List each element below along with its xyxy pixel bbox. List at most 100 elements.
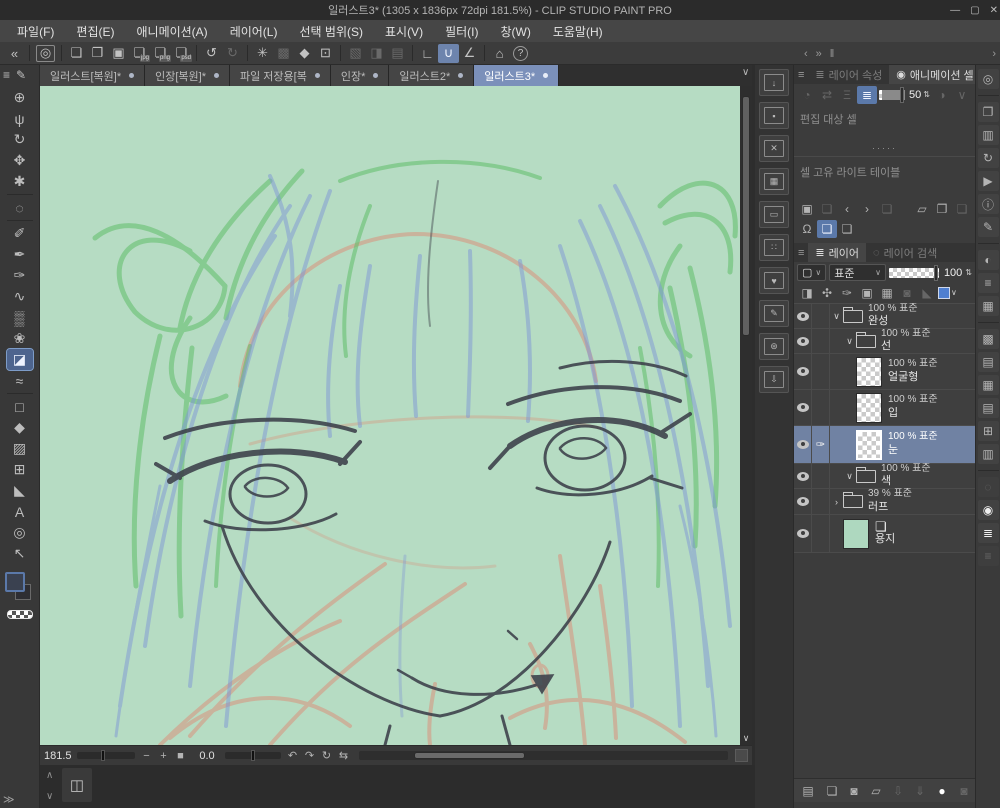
material-panel-button[interactable]: ▥: [977, 444, 999, 464]
color-wheel-panel-button[interactable]: ◐: [977, 250, 999, 270]
light-table-opacity-slider[interactable]: [879, 87, 906, 103]
save-file-button[interactable]: ▣: [108, 44, 129, 63]
layer-row-folder-seon[interactable]: ∨ 100 % 표준 선: [794, 328, 975, 354]
panel-display-settings-button[interactable]: ▤: [798, 782, 818, 800]
tab-list-chevron[interactable]: ∨: [742, 67, 749, 78]
move-layer-tool[interactable]: ✥: [7, 150, 33, 171]
new-file-button[interactable]: ❏: [66, 44, 87, 63]
information-panel-button[interactable]: ⓘ: [977, 194, 999, 214]
create-mask-button[interactable]: ●: [932, 782, 952, 800]
maximize-button[interactable]: ▢: [970, 5, 979, 16]
zoom-in-button[interactable]: +: [155, 748, 172, 764]
visibility-toggle[interactable]: [794, 329, 812, 353]
lasso-tool[interactable]: ◌: [7, 197, 33, 218]
tab-animation-cel[interactable]: ◉ 애니메이션 셀: [889, 65, 981, 84]
story-panel-button[interactable]: ✎: [977, 217, 999, 237]
hand-tool[interactable]: ψ: [7, 108, 33, 129]
tab-injang-restore[interactable]: 인장[복원]*: [145, 65, 230, 86]
timeline-panel-button[interactable]: ▶: [977, 171, 999, 191]
transfer-to-lower-layer-button[interactable]: ⇩: [888, 782, 908, 800]
reference-layer-button[interactable]: ✣: [817, 284, 837, 302]
layer-row-paper[interactable]: ❏ 용지: [794, 515, 975, 553]
material-favorites-folder[interactable]: ♥: [759, 267, 789, 294]
panel-expand-button[interactable]: »: [812, 48, 826, 60]
collapse-toolbar-button[interactable]: «: [4, 44, 25, 63]
remove-cel-button[interactable]: ❏: [952, 200, 972, 218]
new-folder-button[interactable]: ▱: [866, 782, 886, 800]
help-button[interactable]: ?: [513, 45, 528, 61]
snap-to-grid-button[interactable]: ∠: [459, 44, 480, 63]
export-png-button[interactable]: ❏ png: [150, 44, 171, 63]
layer-opacity-slider[interactable]: [888, 264, 939, 281]
open-cel-folder-button[interactable]: ▱: [912, 200, 932, 218]
layer-search-panel-button[interactable]: ◌: [977, 477, 999, 497]
airbrush-tool[interactable]: ▒: [7, 307, 33, 328]
lock-transparent-pixels-button[interactable]: ▦: [877, 284, 897, 302]
layer-color-chip[interactable]: [938, 287, 950, 299]
layer-row-folder-saek[interactable]: ∨ 100 % 표준 색: [794, 463, 975, 489]
convert-selection-button[interactable]: ▧: [345, 44, 366, 63]
collapse-down-chevron[interactable]: ∨: [46, 791, 53, 802]
rotate-canvas-tool[interactable]: ↻: [7, 129, 33, 150]
tab-injang[interactable]: 인장*: [330, 65, 390, 86]
color-slider-panel-button[interactable]: ≡: [977, 273, 999, 293]
layer-comp-panel-button[interactable]: ≡: [977, 546, 999, 566]
snap-to-special-ruler-button[interactable]: ∪: [438, 43, 459, 63]
menu-filter[interactable]: 필터(I): [434, 20, 489, 43]
menu-help[interactable]: 도움말(H): [542, 20, 614, 43]
canvas[interactable]: [40, 86, 740, 745]
timeline-toggle-button[interactable]: ◫: [62, 768, 92, 802]
horizontal-scrollbar[interactable]: [359, 751, 728, 760]
brush-tool[interactable]: ∿: [7, 286, 33, 307]
redo-button[interactable]: ↻: [222, 44, 243, 63]
draft-layer-button[interactable]: ✑: [837, 284, 857, 302]
flip-horizontal-button[interactable]: ⇆: [335, 748, 352, 764]
menu-selection[interactable]: 선택 범위(S): [288, 20, 374, 43]
material-save-folder[interactable]: ▪: [759, 102, 789, 129]
light-table-cel-button[interactable]: ❏: [817, 220, 837, 238]
pencil-tool[interactable]: ✑: [7, 265, 33, 286]
rotate-right-button[interactable]: ↷: [301, 748, 318, 764]
visibility-toggle[interactable]: [794, 390, 812, 425]
csp-logo-button[interactable]: ◎: [36, 44, 55, 62]
visibility-toggle[interactable]: [794, 426, 812, 463]
layer-panel-button[interactable]: ≣: [977, 523, 999, 543]
expand-chevron[interactable]: ∨: [843, 336, 856, 347]
copy-cel-button[interactable]: ❏: [837, 220, 857, 238]
material-edit-folder[interactable]: ✎: [759, 300, 789, 327]
register-cel-button[interactable]: ❏: [817, 200, 837, 218]
palette-color-dropdown[interactable]: ▢ ∨: [797, 264, 827, 281]
menu-animation[interactable]: 애니메이션(A): [125, 20, 218, 43]
item-bank-panel-button[interactable]: ▥: [977, 125, 999, 145]
new-layer-dialog-button[interactable]: ◙: [844, 782, 864, 800]
menu-window[interactable]: 창(W): [489, 20, 541, 43]
material-cloud-folder[interactable]: ⊛: [759, 333, 789, 360]
layer-row-face[interactable]: 100 % 표준 얼굴형: [794, 354, 975, 390]
enable-light-table-button[interactable]: ≣: [857, 86, 877, 104]
node-panel-button[interactable]: ⊞: [977, 421, 999, 441]
animation-cel-panel-button[interactable]: ◉: [977, 500, 999, 520]
scroll-down-arrow[interactable]: ∨: [740, 733, 752, 744]
minimize-button[interactable]: —: [950, 5, 960, 16]
decoration-tool[interactable]: ❀: [7, 328, 33, 349]
operation-tool[interactable]: ✱: [7, 171, 33, 192]
merge-with-lower-layer-button[interactable]: ⇓: [910, 782, 930, 800]
collapse-up-chevron[interactable]: ∧: [46, 770, 53, 781]
export-jpg-button[interactable]: ❏ jpg: [129, 44, 150, 63]
material-delete-folder[interactable]: ✕: [759, 135, 789, 162]
scrollbar-corner-button[interactable]: [735, 749, 748, 762]
rotate-left-button[interactable]: ↶: [284, 748, 301, 764]
menu-view[interactable]: 표시(V): [374, 20, 434, 43]
material-download-folder[interactable]: ↓: [759, 69, 789, 96]
blend-tool[interactable]: ≈: [7, 370, 33, 391]
layer-color-chevron[interactable]: ∨: [951, 289, 957, 297]
tab-layer-search[interactable]: ◌ 레이어 검색: [866, 243, 944, 262]
onion-skin-button[interactable]: Ξ: [837, 86, 857, 104]
text-tool[interactable]: A: [7, 501, 33, 522]
crop-button[interactable]: ⊡: [315, 44, 336, 63]
tab-layer-property[interactable]: ≣ 레이어 속성: [808, 65, 889, 84]
expand-chevron[interactable]: ∨: [843, 471, 856, 482]
gradient-tool[interactable]: ▨: [7, 438, 33, 459]
deselect-button[interactable]: ✳: [252, 44, 273, 63]
fill-tool[interactable]: ◆: [7, 417, 33, 438]
